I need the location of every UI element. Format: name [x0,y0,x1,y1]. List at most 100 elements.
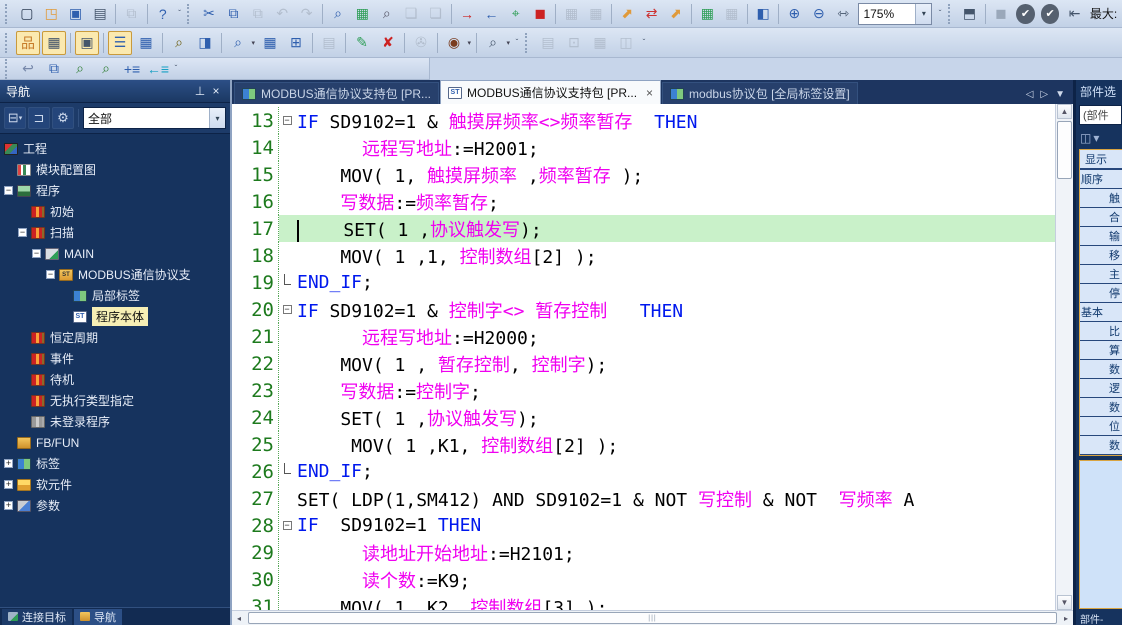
code-text[interactable]: 远程写地址:=H2000; [295,324,539,350]
code-line[interactable]: 22 MOV( 1 , 暂存控制, 控制字); [232,350,1055,377]
fold-column[interactable] [279,566,295,593]
code-line[interactable]: 17 SET( 1 ,协议触发写); [232,215,1055,242]
tree-item-未登录程序[interactable]: 未登录程序 [0,411,230,432]
element-row-顺序[interactable]: 顺序 [1080,170,1122,189]
expand-tree-icon[interactable]: ⊐ [28,107,50,129]
tree-item-局部标签[interactable]: 局部标签 [0,285,230,306]
fold-column[interactable] [279,377,295,404]
fold-column[interactable] [279,215,295,242]
code-text[interactable]: MOV( 1 , 暂存控制, 控制字); [295,351,607,377]
tab-list-icon[interactable]: ▼ [1055,89,1065,100]
tab-scroll-left-icon[interactable]: ◁ [1026,89,1034,100]
watch-start-icon[interactable]: ⇄ [640,2,662,26]
element-search-input[interactable]: (部件 [1079,105,1122,125]
tree-item-FB/FUN[interactable]: FB/FUN [0,432,230,453]
collapse-box-icon[interactable]: − [18,228,27,237]
element-row-合[interactable]: 合 [1080,208,1122,227]
fold-collapse-icon[interactable]: − [283,521,292,530]
code-text[interactable]: 远程写地址:=H2001; [295,135,539,161]
cut-icon[interactable]: ✂ [198,2,220,26]
device-find-2-icon[interactable]: ⌕▾ [226,31,250,55]
element-row-显示[interactable]: 显示 [1080,150,1122,170]
fold-column[interactable] [279,431,295,458]
fold-collapse-icon[interactable]: − [283,305,292,314]
zoom-select[interactable]: 175%▾ [858,3,932,25]
vertical-scrollbar[interactable]: ▲ ▼ [1055,104,1073,610]
device-read-disabled-icon[interactable]: ▦ [560,2,582,26]
fold-column[interactable] [279,242,295,269]
statement-list-icon[interactable]: ⧉ [42,57,66,81]
redo-icon[interactable]: ↷ [295,2,317,26]
element-row-移[interactable]: 移 [1080,246,1122,265]
chevron-down-icon[interactable]: ▾ [1093,131,1099,145]
page-setup-icon[interactable]: ⧉ [120,2,142,26]
code-line[interactable]: 21 远程写地址:=H2000; [232,323,1055,350]
element-row-触[interactable]: 触 [1080,189,1122,208]
toolbar-grip[interactable] [948,4,955,24]
check-1-icon[interactable]: ✔ [1016,4,1035,24]
toolbar-overflow-icon[interactable]: ˇ [175,12,184,16]
collapse-box-icon[interactable]: − [32,249,41,258]
expand-box-icon[interactable]: + [4,480,13,489]
code-line[interactable]: 25 MOV( 1 ,K1, 控制数组[2] ); [232,431,1055,458]
find-previous-icon[interactable]: ⌕ [68,57,92,81]
horizontal-scroll-thumb[interactable]: ||| [248,612,1057,624]
docking-4-icon[interactable]: ◫ [614,31,638,55]
element-row-比[interactable]: 比 [1080,322,1122,341]
save-project-icon[interactable]: ▣ [64,2,86,26]
docking-2-icon[interactable]: ⊡ [562,31,586,55]
element-row-逻[interactable]: 逻 [1080,379,1122,398]
code-text[interactable]: SET( LDP(1,SM412) AND SD9102=1 & NOT 写控制… [295,486,914,512]
find-next-icon[interactable]: ⌕ [94,57,118,81]
fold-column[interactable] [279,350,295,377]
element-row-主[interactable]: 主 [1080,265,1122,284]
fold-column[interactable] [279,593,295,610]
scroll-right-icon[interactable]: ▸ [1059,612,1073,624]
fit-width-icon[interactable]: ⇿ [832,2,854,26]
fold-column[interactable]: − [279,296,295,323]
toolbar-grip[interactable] [187,4,194,24]
collapse-box-icon[interactable]: − [4,186,13,195]
toolbar-overflow-icon[interactable]: ˇ [171,67,181,71]
tree-item-模块配置图[interactable]: 模块配置图 [0,159,230,180]
code-line[interactable]: 31 MOV( 1, K2, 控制数组[3] ); [232,593,1055,610]
convert-icon[interactable]: ⇤ [1063,2,1085,26]
open-project-icon[interactable]: ◳ [40,2,62,26]
chevron-down-icon[interactable]: ▾ [915,4,931,24]
close-icon[interactable]: × [646,86,653,100]
toolbar-overflow-icon[interactable]: ˇ [935,12,944,16]
code-text[interactable]: MOV( 1, 触摸屏频率 ,频率暂存 ); [295,162,643,188]
expand-box-icon[interactable]: + [4,459,13,468]
stop-icon[interactable]: ◼ [990,2,1012,26]
code-text[interactable]: SET( 1 ,协议触发写); [295,216,542,242]
fold-column[interactable] [279,161,295,188]
copy-icon[interactable]: ⧉ [222,2,244,26]
code-line[interactable]: 18 MOV( 1 ,1, 控制数组[2] ); [232,242,1055,269]
monitor-start-icon[interactable]: ▦ [696,2,718,26]
new-file-icon[interactable]: ▢ [16,2,38,26]
chevron-down-icon[interactable]: ▾ [209,108,225,128]
tree-item-事件[interactable]: 事件 [0,348,230,369]
comment-edit-icon[interactable]: ↩ [16,57,40,81]
tree-item-工程[interactable]: 工程 [0,138,230,159]
element-panel-bottom-tab[interactable]: 部件- [1076,611,1122,625]
collapse-tree-icon[interactable]: ⊟▾ [4,107,26,129]
delete-line-icon[interactable]: ←≡ [146,57,170,81]
undo-icon[interactable]: ↶ [271,2,293,26]
element-row-算[interactable]: 算 [1080,341,1122,360]
device-find-icon[interactable]: ⌕ [327,2,349,26]
code-line[interactable]: 20−IF SD9102=1 & 控制字<> 暂存控制 THEN [232,296,1055,323]
monitor-window-icon[interactable]: ◧ [752,2,774,26]
code-text[interactable]: MOV( 1 ,1, 控制数组[2] ); [295,243,597,269]
code-line[interactable]: 30 读个数:=K9; [232,566,1055,593]
element-row-基本[interactable]: 基本 [1080,303,1122,322]
document-tab-2[interactable]: STMODBUS通信协议支持包 [PR...× [440,80,661,104]
docking-1-icon[interactable]: ▤ [536,31,560,55]
fold-column[interactable] [279,269,295,296]
page-prev-icon[interactable]: ❏ [400,2,422,26]
panel-tab-导航[interactable]: 导航 [74,609,122,625]
tab-scroll-right-icon[interactable]: ▷ [1040,89,1048,100]
fold-column[interactable] [279,134,295,161]
fold-column[interactable]: − [279,512,295,539]
element-row-数[interactable]: 数 [1080,360,1122,379]
